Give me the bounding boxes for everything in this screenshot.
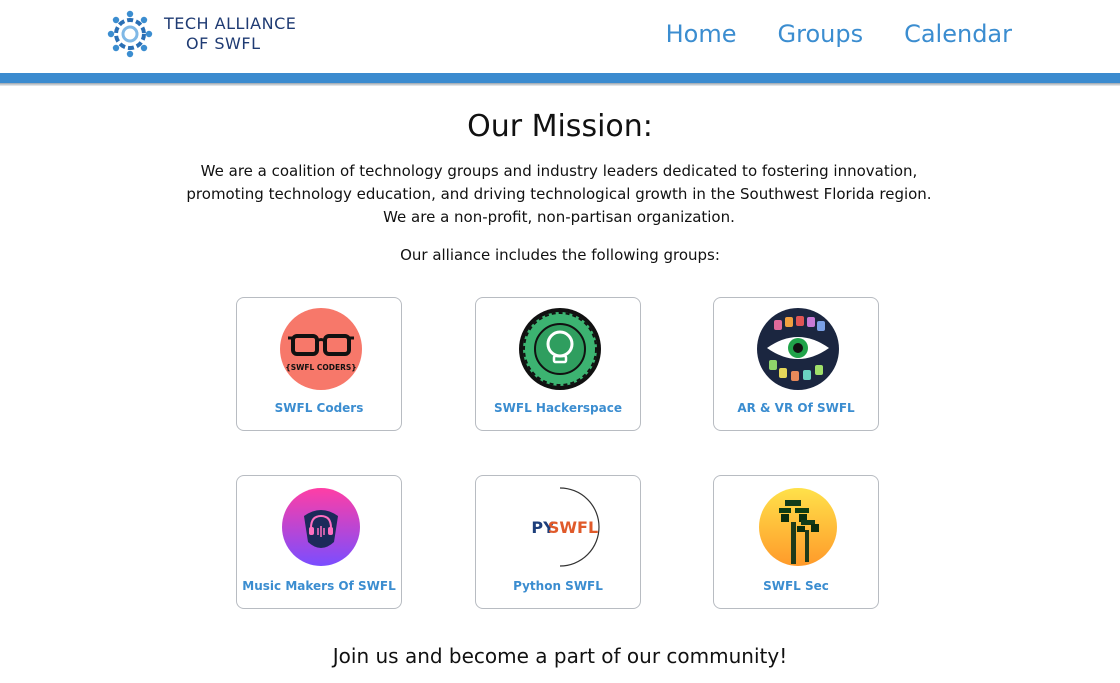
groups-intro: Our alliance includes the following grou… [400, 246, 720, 264]
group-card-ar-vr-of-swfl[interactable]: AR & VR Of SWFL [713, 297, 879, 431]
pyswfl-swfl-text: SWFL [548, 518, 598, 537]
eye-icon [757, 308, 839, 390]
group-name: SWFL Sec [763, 579, 829, 593]
group-name: SWFL Coders [274, 401, 364, 415]
headphones-pick-icon [282, 488, 360, 566]
group-card-swfl-sec[interactable]: SWFL Sec [713, 475, 879, 609]
group-card-python-swfl[interactable]: PY SWFL Python SWFL [475, 475, 641, 609]
group-name: AR & VR Of SWFL [737, 401, 855, 415]
group-name: Python SWFL [513, 579, 603, 593]
logo-line-2: OF SWFL [186, 34, 261, 53]
nav-calendar[interactable]: Calendar [904, 18, 1012, 50]
people-circle-logo-icon [107, 10, 153, 58]
mission-text: We are a coalition of technology groups … [186, 162, 932, 226]
logo-wordmark: TECH ALLIANCE OF SWFL [164, 14, 296, 54]
page-title: Our Mission: [467, 109, 653, 144]
site-header: TECH ALLIANCE OF SWFL Home Groups Calend… [0, 0, 1120, 73]
swfl-coders-logo-text: {SWFL CODERS} [285, 363, 356, 372]
header-bar-shadow [0, 83, 1120, 86]
community-cta: Join us and become a part of our communi… [332, 644, 788, 668]
pyswfl-logo-icon: PY SWFL [521, 487, 600, 567]
group-card-swfl-coders[interactable]: {SWFL CODERS} SWFL Coders [236, 297, 402, 431]
logo-link[interactable]: TECH ALLIANCE OF SWFL [106, 8, 296, 60]
logo-line-1: TECH ALLIANCE [164, 14, 297, 33]
group-card-music-makers-of-swfl[interactable]: Music Makers Of SWFL [236, 475, 402, 609]
group-name: SWFL Hackerspace [494, 401, 622, 415]
palm-trees-icon [759, 488, 837, 566]
lightbulb-gear-icon [519, 308, 601, 390]
main-nav: Home Groups Calendar [666, 18, 1012, 50]
header-accent-bar [0, 73, 1120, 83]
nav-home[interactable]: Home [666, 18, 737, 50]
group-name: Music Makers Of SWFL [242, 579, 396, 593]
nav-groups[interactable]: Groups [778, 18, 864, 50]
glasses-icon: {SWFL CODERS} [280, 308, 362, 390]
group-card-swfl-hackerspace[interactable]: SWFL Hackerspace [475, 297, 641, 431]
